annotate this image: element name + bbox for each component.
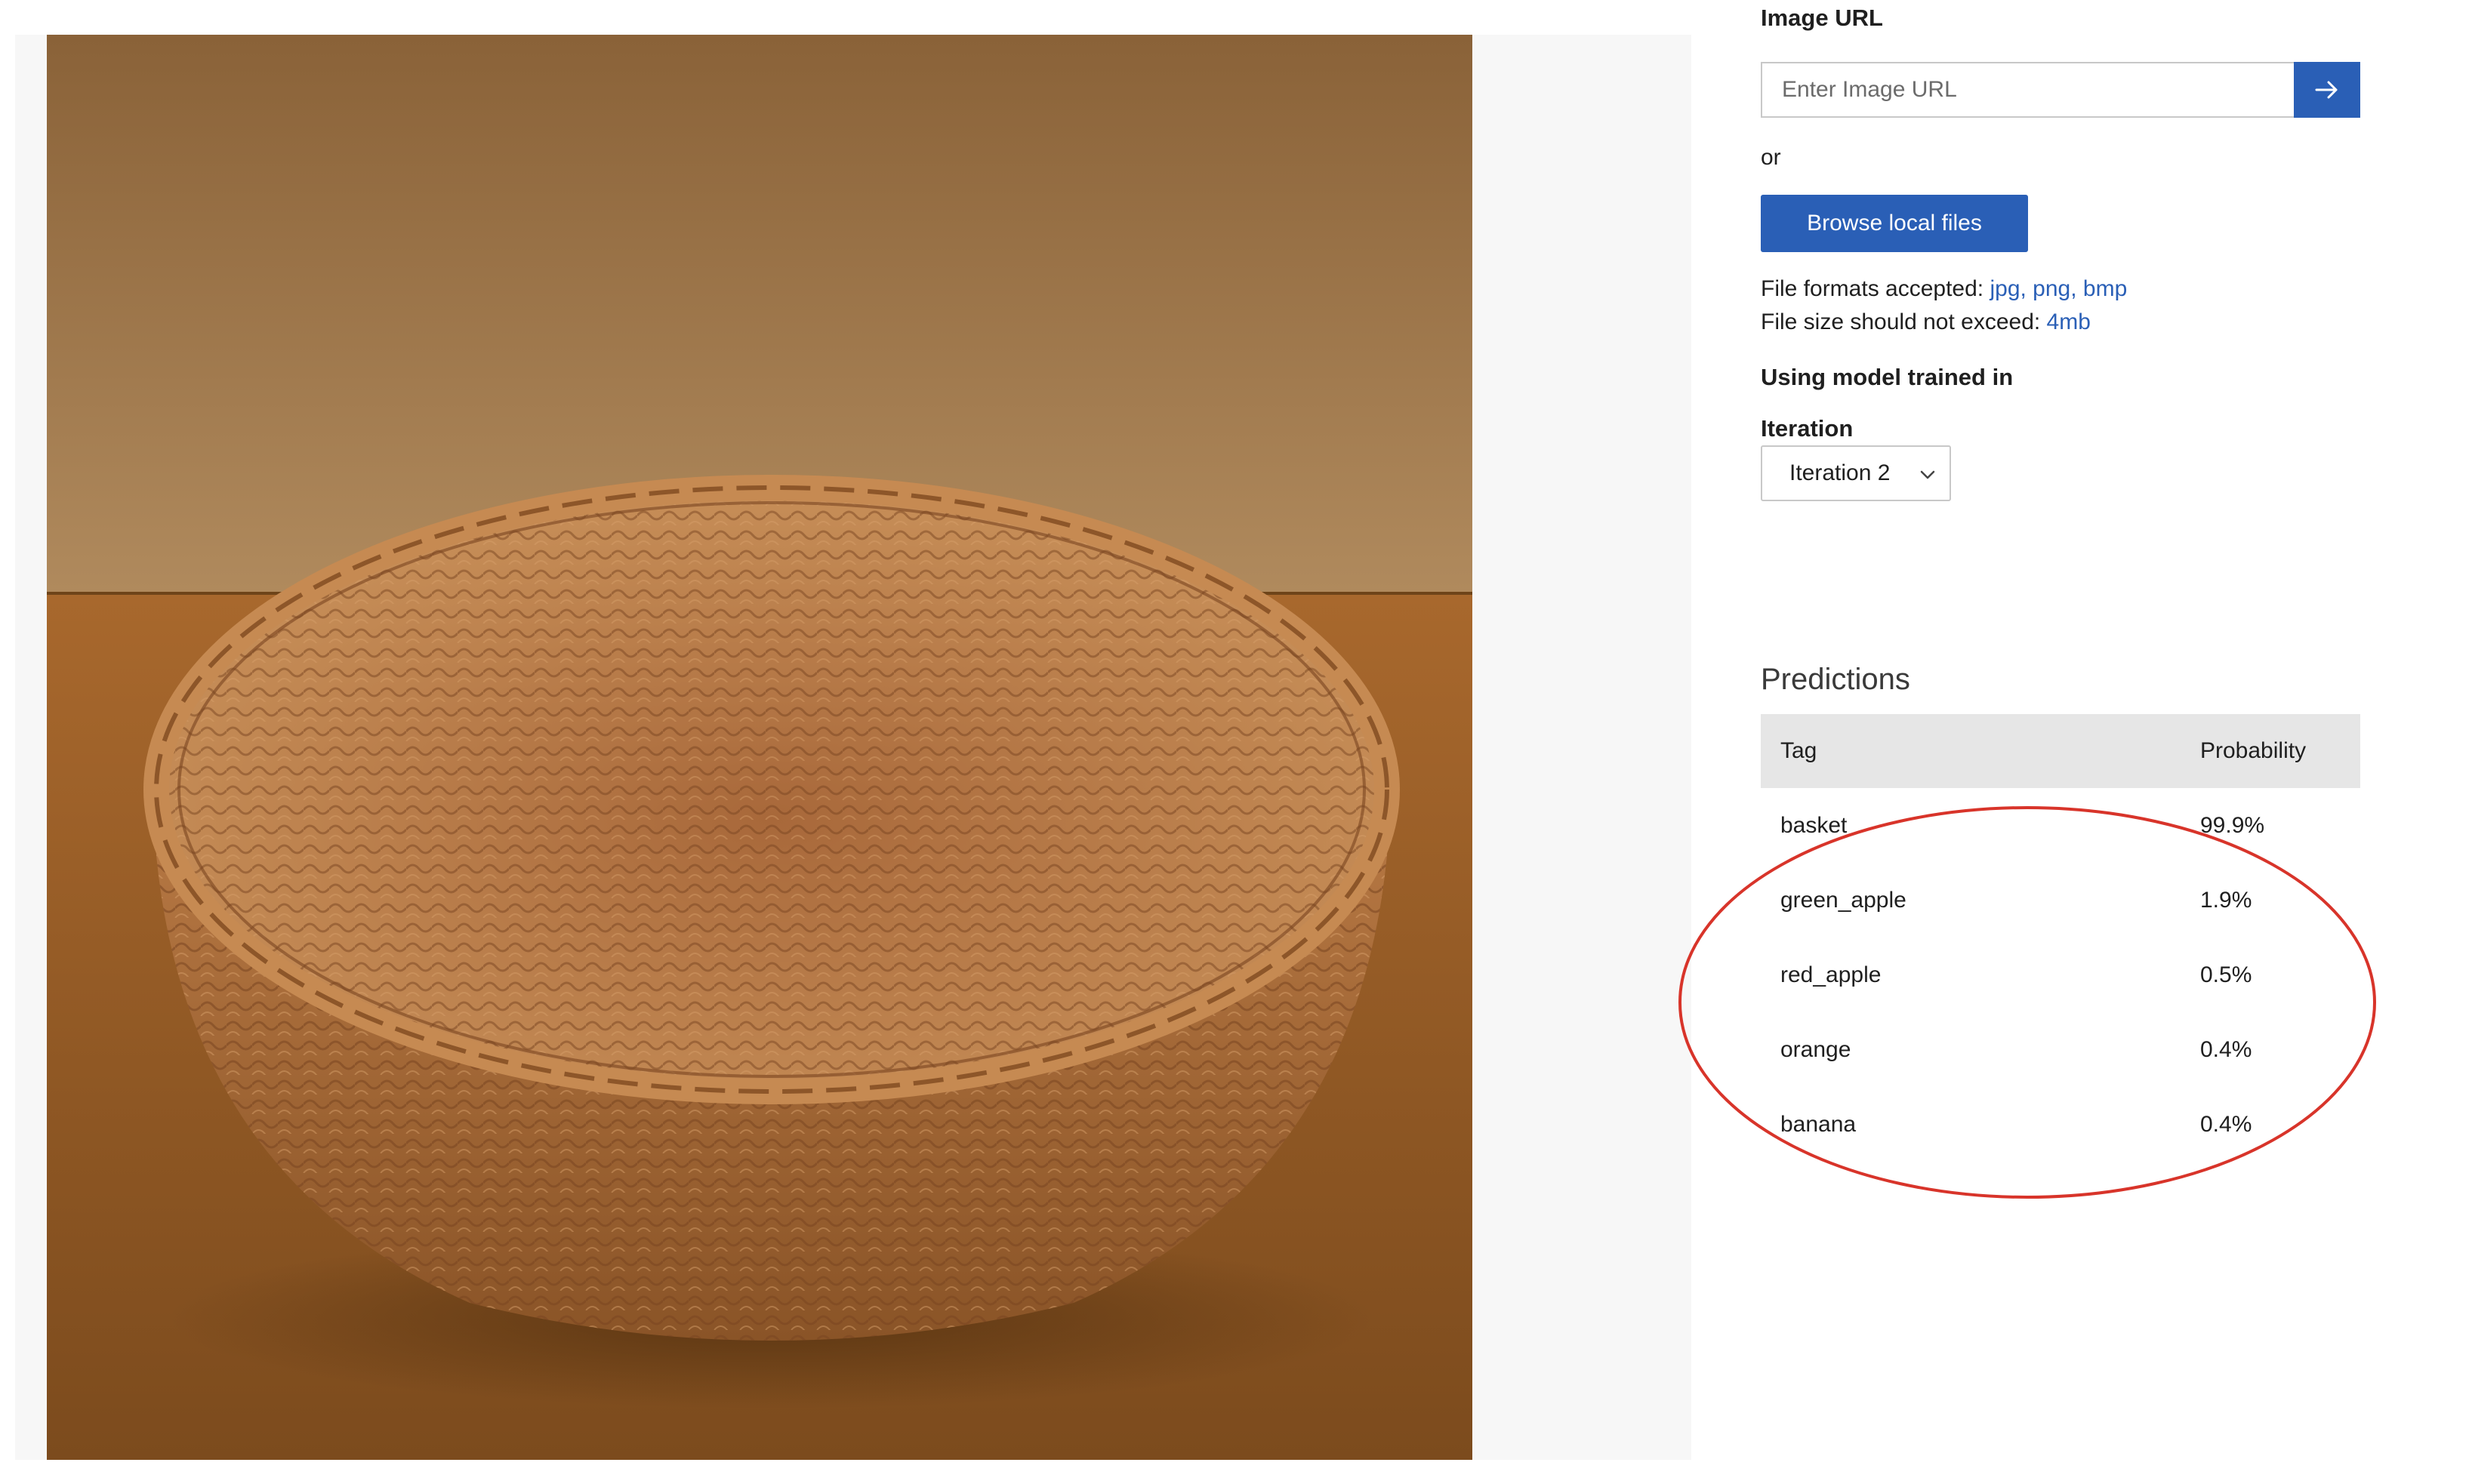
prediction-probability: 1.9% xyxy=(2200,887,2252,913)
browse-local-files-button[interactable]: Browse local files xyxy=(1761,195,2028,252)
file-size-line: File size should not exceed: 4mb xyxy=(1761,309,2091,335)
prediction-probability: 0.4% xyxy=(2200,1036,2252,1062)
submit-url-button[interactable] xyxy=(2294,62,2360,118)
file-formats-line: File formats accepted: jpg, png, bmp xyxy=(1761,276,2127,302)
prediction-tag: banana xyxy=(1780,1111,1857,1137)
prediction-probability: 99.9% xyxy=(2200,812,2265,838)
predictions-table: Tag Probability basket 99.9% green_apple… xyxy=(1761,714,2360,1162)
file-formats-label: File formats accepted: xyxy=(1761,276,1990,301)
or-text: or xyxy=(1761,145,1781,170)
chevron-down-icon xyxy=(1920,470,1935,479)
column-header-probability: Probability xyxy=(2200,738,2307,763)
table-row: green_apple 1.9% xyxy=(1761,863,2360,938)
uploaded-image xyxy=(47,35,1472,1460)
predictions-title: Predictions xyxy=(1761,663,1910,696)
prediction-tag: basket xyxy=(1780,812,1848,838)
image-url-label: Image URL xyxy=(1761,5,1883,31)
table-row: red_apple 0.5% xyxy=(1761,938,2360,1012)
arrow-right-icon xyxy=(2315,81,2338,99)
basket-photo xyxy=(47,35,1472,1460)
prediction-tag: red_apple xyxy=(1780,962,1882,987)
iteration-label: Iteration xyxy=(1761,415,1854,442)
prediction-sidebar: Image URL or Browse local files File for… xyxy=(1761,0,2365,1484)
prediction-tag: green_apple xyxy=(1780,887,1906,913)
table-row: banana 0.4% xyxy=(1761,1087,2360,1162)
prediction-tag: orange xyxy=(1780,1036,1851,1062)
file-formats-value: jpg, png, bmp xyxy=(1990,276,2128,301)
prediction-probability: 0.4% xyxy=(2200,1111,2252,1137)
iteration-dropdown[interactable]: Iteration 2 xyxy=(1761,445,1951,501)
image-url-input[interactable] xyxy=(1761,62,2297,118)
prediction-probability: 0.5% xyxy=(2200,962,2252,987)
file-size-value: 4mb xyxy=(2046,309,2091,334)
column-header-tag: Tag xyxy=(1780,738,1817,763)
model-heading: Using model trained in xyxy=(1761,364,2014,390)
predictions-table-header: Tag Probability xyxy=(1761,714,2360,788)
iteration-selected-value: Iteration 2 xyxy=(1789,460,1891,485)
table-row: orange 0.4% xyxy=(1761,1012,2360,1087)
file-size-label: File size should not exceed: xyxy=(1761,309,2047,334)
image-preview-panel xyxy=(15,35,1691,1460)
table-row: basket 99.9% xyxy=(1761,788,2360,863)
